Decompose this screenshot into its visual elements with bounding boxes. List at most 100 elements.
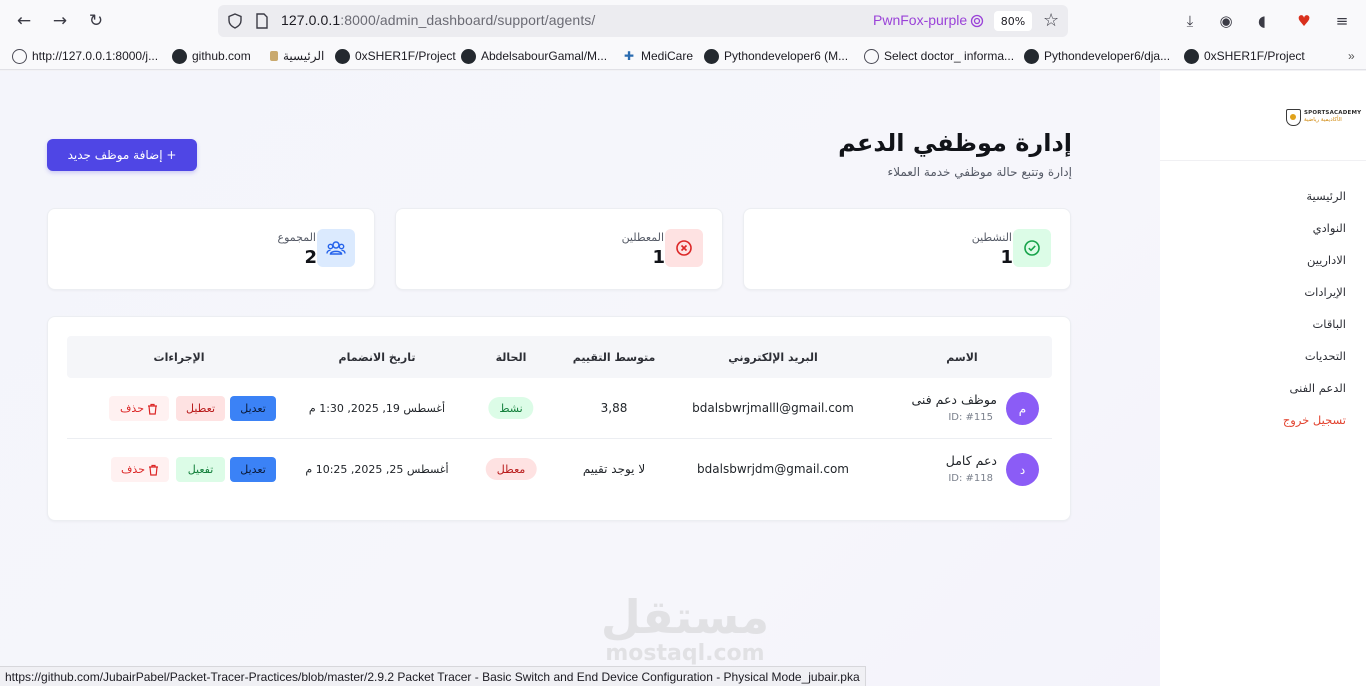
- sidebar-item-clubs[interactable]: النوادي: [1313, 221, 1346, 235]
- fingerprint-icon: [970, 14, 984, 28]
- bookmark-item[interactable]: Pythondeveloper6/dja...: [1024, 47, 1170, 65]
- sidebar-item-challenges[interactable]: التحديات: [1305, 349, 1346, 363]
- sidebar-item-revenue[interactable]: الإيرادات: [1304, 285, 1346, 299]
- bookmark-item[interactable]: github.com: [172, 47, 251, 65]
- sidebar-item-support[interactable]: الدعم الفنى: [1290, 381, 1346, 395]
- agent-rating: لا يوجد تقييم: [582, 462, 646, 476]
- page-icon: [256, 13, 268, 29]
- watermark-latin: mostaql.com: [605, 641, 765, 666]
- zoom-level[interactable]: 80%: [994, 11, 1032, 31]
- github-icon: [335, 48, 350, 64]
- sidebar-item-admins[interactable]: الاداريين: [1307, 253, 1346, 267]
- avatar: م: [1006, 392, 1039, 425]
- x-circle-icon: [665, 229, 703, 267]
- extension-icon[interactable]: ◖: [1251, 10, 1273, 32]
- container-label[interactable]: PwnFox-purple: [873, 12, 967, 28]
- table-header: الاسم البريد الإلكتروني متوسط التقييم ال…: [67, 336, 1052, 378]
- bookmark-label: Pythondeveloper6 (M...: [724, 49, 849, 63]
- agent-id: ID: #118: [948, 473, 993, 484]
- column-header-joined: تاريخ الانضمام: [338, 351, 416, 364]
- page-content: SPORTSACADEMY الأكاديمية رياضية الرئيسية…: [0, 71, 1366, 686]
- bookmark-item[interactable]: ✚ MediCare: [622, 47, 693, 65]
- url-host: 127.0.0.1: [281, 12, 341, 28]
- bookmark-item[interactable]: الرئيسية: [270, 47, 324, 65]
- github-icon: [1184, 48, 1199, 64]
- github-icon: [172, 48, 187, 64]
- account-icon[interactable]: ◉: [1215, 10, 1237, 32]
- stat-label: المعطلين: [621, 231, 664, 244]
- users-icon: [317, 229, 355, 267]
- forward-arrow-icon[interactable]: →: [48, 9, 72, 33]
- page-title: إدارة موظفي الدعم: [838, 129, 1072, 157]
- url-path: :8000/admin_dashboard/support/agents/: [340, 12, 596, 28]
- watermark-arabic: مستقل: [600, 590, 770, 644]
- stat-label: المجموع: [277, 231, 316, 244]
- agent-id: ID: #115: [948, 412, 993, 423]
- stat-card-active: النشطين 1: [743, 208, 1071, 290]
- bookmark-item[interactable]: 0xSHER1F/Project: [335, 47, 456, 65]
- menu-icon[interactable]: ≡: [1331, 10, 1353, 32]
- agent-rating: 3,88: [600, 401, 628, 415]
- link-status-bar: https://github.com/JubairPabel/Packet-Tr…: [0, 666, 866, 686]
- bookmark-label: الرئيسية: [283, 49, 325, 63]
- bookmark-item[interactable]: Select doctor_ informa...: [864, 47, 1014, 65]
- agent-name: موظف دعم فنى: [911, 392, 998, 407]
- back-arrow-icon[interactable]: ←: [12, 9, 36, 33]
- chevron-right-icon[interactable]: »: [1348, 47, 1355, 65]
- column-header-name: الاسم: [946, 351, 978, 364]
- bookmark-label: Select doctor_ informa...: [884, 49, 1015, 63]
- deactivate-button[interactable]: تعطيل: [176, 396, 225, 421]
- bookmark-label: http://127.0.0.1:8000/j...: [32, 49, 159, 63]
- reload-icon[interactable]: ↻: [84, 9, 108, 33]
- avatar: د: [1006, 453, 1039, 486]
- bookmark-item[interactable]: 0xSHER1F/Project: [1184, 47, 1305, 65]
- activate-button[interactable]: تفعيل: [176, 457, 225, 482]
- stat-value: 2: [304, 247, 317, 268]
- agent-joined-date: أغسطس 25, 2025, 10:25 م: [305, 463, 449, 476]
- bookmark-item[interactable]: Pythondeveloper6 (M...: [704, 47, 848, 65]
- stat-card-inactive: المعطلين 1: [395, 208, 723, 290]
- logo-line-1: SPORTSACADEMY: [1304, 110, 1362, 116]
- bookmark-label: github.com: [192, 49, 251, 63]
- bookmark-item[interactable]: http://127.0.0.1:8000/j...: [12, 47, 158, 65]
- stat-value: 1: [652, 247, 665, 268]
- delete-label: حذف: [120, 402, 144, 415]
- bookmark-label: MediCare: [641, 49, 694, 63]
- bookmarks-bar: http://127.0.0.1:8000/j... github.com ال…: [0, 42, 1366, 70]
- sidebar-item-packages[interactable]: الباقات: [1312, 317, 1346, 331]
- add-agent-button[interactable]: + إضافة موظف جديد: [47, 139, 197, 171]
- edit-button[interactable]: تعديل: [230, 457, 276, 482]
- agent-email: bdalsbwrjmalll@gmail.com: [692, 401, 854, 415]
- agent-joined-date: أغسطس 19, 2025, 1:30 م: [308, 402, 446, 415]
- page-icon: [270, 51, 278, 61]
- sidebar-item-home[interactable]: الرئيسية: [1306, 189, 1346, 203]
- star-icon[interactable]: ☆: [1043, 10, 1059, 31]
- stat-value: 1: [1000, 247, 1013, 268]
- stat-label: النشطين: [971, 231, 1012, 244]
- agents-table: الاسم البريد الإلكتروني متوسط التقييم ال…: [47, 316, 1071, 521]
- github-icon: [704, 48, 719, 64]
- bookmark-item[interactable]: AbdelsabourGamal/M...: [461, 47, 607, 65]
- sidebar-item-logout[interactable]: تسجيل خروج: [1283, 413, 1346, 427]
- logo-shield-icon: [1286, 108, 1301, 126]
- delete-button[interactable]: حذف: [109, 396, 169, 421]
- watermark: مستقل mostaql.com: [600, 591, 770, 665]
- check-circle-icon: [1013, 229, 1051, 267]
- sidebar: SPORTSACADEMY الأكاديمية رياضية الرئيسية…: [1160, 71, 1366, 686]
- url-text[interactable]: 127.0.0.1:8000/admin_dashboard/support/a…: [281, 12, 595, 28]
- download-icon[interactable]: ⤓: [1179, 10, 1201, 32]
- edit-button[interactable]: تعديل: [230, 396, 276, 421]
- delete-button[interactable]: حذف: [111, 457, 169, 482]
- stat-card-total: المجموع 2: [47, 208, 375, 290]
- fox-extension-icon[interactable]: ♥: [1293, 10, 1315, 32]
- globe-icon: [864, 48, 879, 64]
- logo[interactable]: SPORTSACADEMY الأكاديمية رياضية: [1286, 107, 1361, 127]
- table-row: م موظف دعم فنى ID: #115 bdalsbwrjmalll@g…: [67, 378, 1052, 439]
- address-bar[interactable]: 127.0.0.1:8000/admin_dashboard/support/a…: [218, 5, 1068, 37]
- trash-icon: [148, 403, 157, 415]
- sidebar-divider: [1160, 160, 1366, 161]
- shield-icon[interactable]: [227, 13, 243, 29]
- status-badge: معطل: [485, 458, 537, 480]
- browser-toolbar: ← → ↻ 127.0.0.1:8000/admin_dashboard/sup…: [0, 0, 1366, 42]
- github-icon: [1024, 48, 1039, 64]
